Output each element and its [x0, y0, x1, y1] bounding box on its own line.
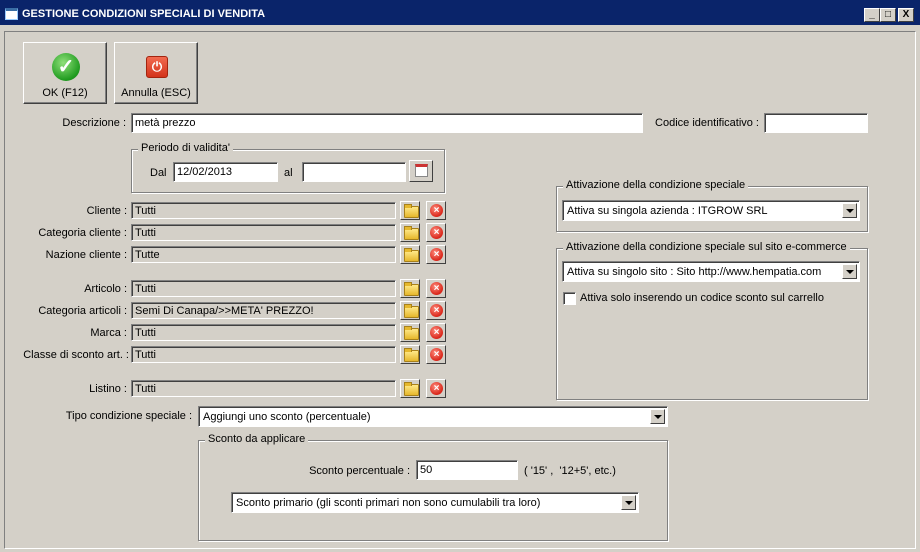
cancel-button-label: Annulla (ESC)	[121, 87, 191, 99]
power-icon: ⏻	[146, 56, 168, 78]
dal-date-input[interactable]: 12/02/2013	[173, 162, 278, 182]
listino-label: Listino :	[89, 383, 127, 395]
chevron-down-icon[interactable]	[621, 495, 636, 510]
codice-sconto-checkbox-label[interactable]: Attiva solo inserendo un codice sconto s…	[580, 292, 824, 304]
categoria-articoli-field: Semi Di Canapa/>>META' PREZZO!	[131, 302, 396, 319]
attivazione-value: Attiva su singola azienda : ITGROW SRL	[567, 205, 768, 217]
descrizione-input[interactable]: metà prezzo	[131, 113, 643, 133]
delete-icon: ×	[430, 348, 443, 361]
delete-icon: ×	[430, 248, 443, 261]
marca-field: Tutti	[131, 324, 396, 341]
codice-sconto-checkbox[interactable]	[563, 292, 576, 305]
delete-icon: ×	[430, 382, 443, 395]
chevron-down-icon[interactable]	[842, 264, 857, 279]
categoria-articoli-clear-button[interactable]: ×	[426, 301, 446, 320]
calendar-button[interactable]	[409, 160, 433, 182]
delete-icon: ×	[430, 226, 443, 239]
classe-sconto-field: Tutti	[131, 346, 396, 363]
app-window-icon	[5, 8, 18, 20]
delete-icon: ×	[430, 204, 443, 217]
marca-label: Marca :	[90, 327, 127, 339]
categoria-cliente-label: Categoria cliente :	[38, 227, 127, 239]
codice-identificativo-label: Codice identificativo :	[655, 117, 759, 129]
delete-icon: ×	[430, 304, 443, 317]
cliente-folder-icon[interactable]	[400, 201, 420, 220]
tipo-condizione-value: Aggiungi uno sconto (percentuale)	[203, 411, 371, 423]
cliente-clear-button[interactable]: ×	[426, 201, 446, 220]
articolo-folder-icon[interactable]	[400, 279, 420, 298]
window-title: GESTIONE CONDIZIONI SPECIALI DI VENDITA	[22, 8, 266, 20]
delete-icon: ×	[430, 282, 443, 295]
articolo-label: Articolo :	[84, 283, 127, 295]
descrizione-label: Descrizione :	[62, 117, 126, 129]
nazione-cliente-folder-icon[interactable]	[400, 245, 420, 264]
marca-folder-icon[interactable]	[400, 323, 420, 342]
classe-sconto-clear-button[interactable]: ×	[426, 345, 446, 364]
attivazione-sito-select[interactable]: Attiva su singolo sito : Sito http://www…	[562, 261, 860, 282]
cancel-button[interactable]: ⏻ Annulla (ESC)	[114, 42, 198, 104]
al-label: al	[284, 167, 293, 179]
categoria-cliente-folder-icon[interactable]	[400, 223, 420, 242]
classe-sconto-folder-icon[interactable]	[400, 345, 420, 364]
check-icon: ✓	[52, 53, 80, 81]
articolo-field: Tutti	[131, 280, 396, 297]
minimize-button[interactable]: _	[864, 8, 880, 22]
listino-clear-button[interactable]: ×	[426, 379, 446, 398]
nazione-cliente-clear-button[interactable]: ×	[426, 245, 446, 264]
close-button[interactable]: X	[898, 8, 914, 22]
maximize-button[interactable]: □	[880, 8, 896, 22]
codice-identificativo-input[interactable]	[764, 113, 868, 133]
al-date-input[interactable]	[302, 162, 406, 182]
categoria-cliente-field: Tutti	[131, 224, 396, 241]
listino-field: Tutti	[131, 380, 396, 397]
periodo-validita-title: Periodo di validita'	[138, 142, 233, 154]
tipo-condizione-label: Tipo condizione speciale :	[65, 410, 192, 422]
sconto-group	[198, 440, 668, 541]
sconto-tipo-select[interactable]: Sconto primario (gli sconti primari non …	[231, 492, 639, 513]
nazione-cliente-label: Nazione cliente :	[45, 249, 127, 261]
chevron-down-icon[interactable]	[842, 203, 857, 218]
dal-label: Dal	[150, 167, 167, 179]
marca-clear-button[interactable]: ×	[426, 323, 446, 342]
ok-button[interactable]: ✓ OK (F12)	[23, 42, 107, 104]
cliente-field: Tutti	[131, 202, 396, 219]
title-bar: GESTIONE CONDIZIONI SPECIALI DI VENDITA …	[0, 0, 920, 28]
classe-sconto-label: Classe di sconto art. :	[23, 349, 129, 361]
attivazione-select[interactable]: Attiva su singola azienda : ITGROW SRL	[562, 200, 860, 221]
sconto-percentuale-label: Sconto percentuale :	[309, 465, 410, 477]
chevron-down-icon[interactable]	[650, 409, 665, 424]
tipo-condizione-select[interactable]: Aggiungi uno sconto (percentuale)	[198, 406, 668, 427]
sconto-percentuale-input[interactable]: 50	[416, 460, 518, 480]
articolo-clear-button[interactable]: ×	[426, 279, 446, 298]
sconto-hint: ( '15' , '12+5', etc.)	[524, 465, 616, 477]
attivazione-sito-value: Attiva su singolo sito : Sito http://www…	[567, 266, 822, 278]
delete-icon: ×	[430, 326, 443, 339]
nazione-cliente-field: Tutte	[131, 246, 396, 263]
categoria-articoli-label: Categoria articoli :	[38, 305, 127, 317]
ok-button-label: OK (F12)	[42, 87, 88, 99]
cliente-label: Cliente :	[86, 205, 127, 217]
calendar-icon	[415, 164, 428, 177]
sconto-group-title: Sconto da applicare	[205, 433, 309, 445]
listino-folder-icon[interactable]	[400, 379, 420, 398]
attivazione-sito-group-title: Attivazione della condizione speciale su…	[563, 241, 850, 253]
categoria-cliente-clear-button[interactable]: ×	[426, 223, 446, 242]
categoria-articoli-folder-icon[interactable]	[400, 301, 420, 320]
sconto-tipo-value: Sconto primario (gli sconti primari non …	[236, 497, 541, 509]
attivazione-group-title: Attivazione della condizione speciale	[563, 179, 749, 191]
